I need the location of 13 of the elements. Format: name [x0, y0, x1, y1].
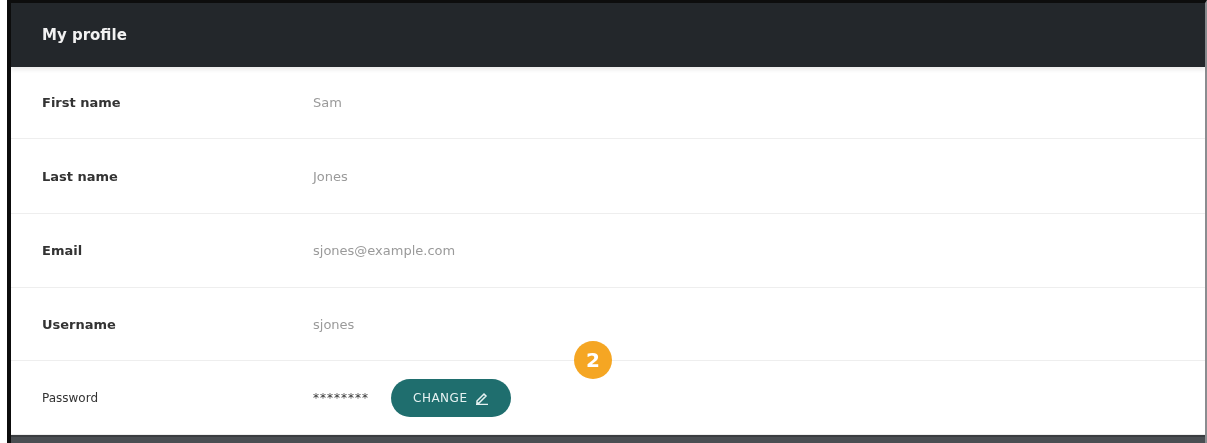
field-value: Sam — [313, 95, 342, 110]
field-label: Last name — [42, 168, 119, 184]
step-number-badge: 2 — [574, 341, 612, 379]
field-value: sjones — [313, 316, 355, 332]
field-label: Username — [42, 316, 117, 332]
panel-title: My profile — [42, 26, 127, 44]
pencil-icon — [475, 390, 490, 405]
password-mask: ******** — [313, 390, 369, 405]
field-value: Jones — [313, 168, 348, 184]
field-label: Password — [42, 390, 100, 405]
change-button[interactable]: CHANGE — [391, 378, 512, 417]
field-label: Email — [42, 243, 84, 258]
field-label: First name — [42, 95, 122, 110]
